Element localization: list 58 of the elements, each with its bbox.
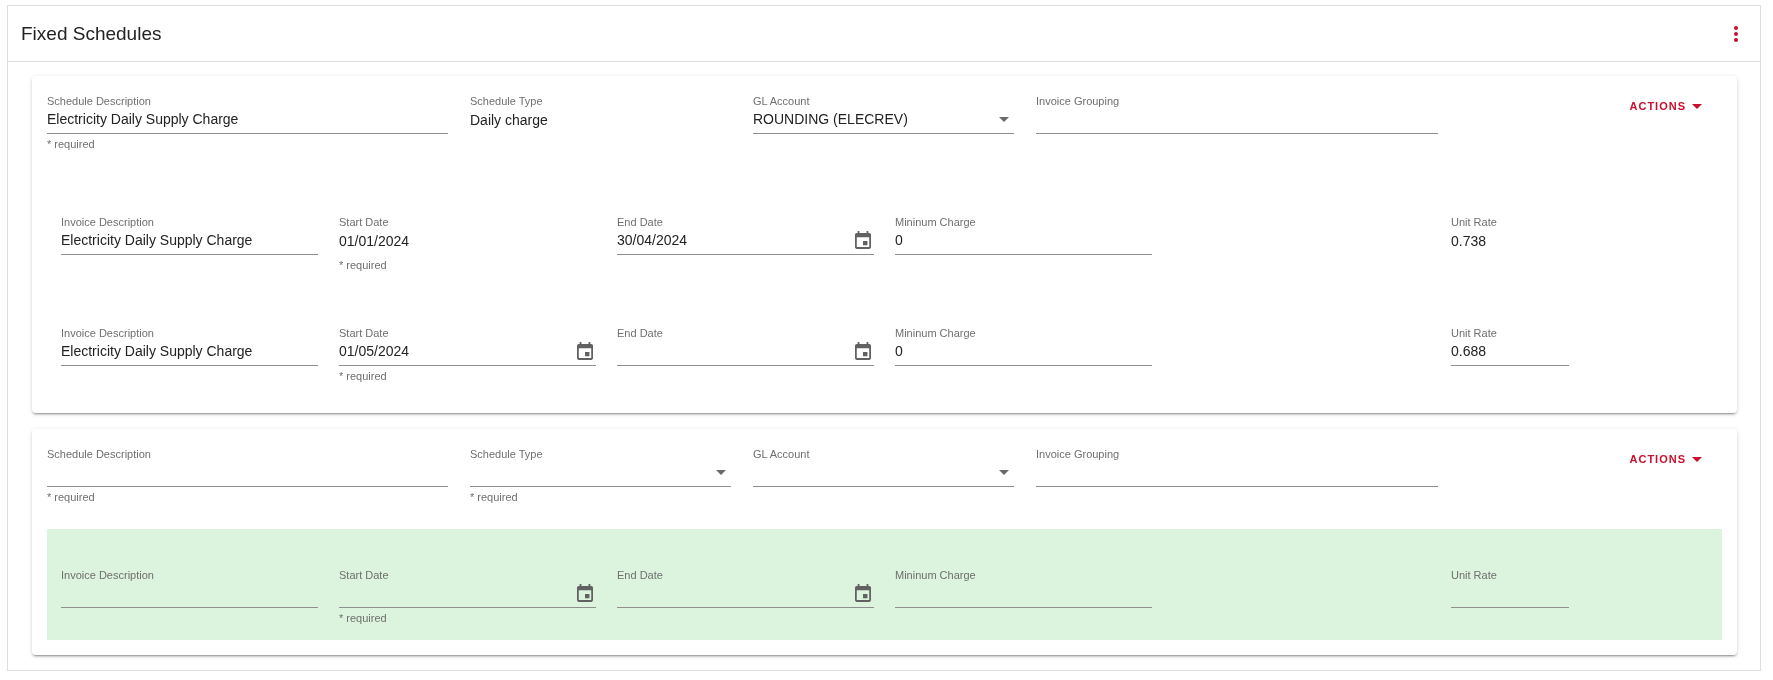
field-label: End Date [617, 326, 663, 340]
date-field[interactable] [339, 582, 596, 608]
field-value: 0.738 [1451, 232, 1487, 249]
field-label: Mininum Charge [895, 568, 976, 582]
field-label: Invoice Description [61, 326, 154, 340]
field-label: Unit Rate [1451, 326, 1497, 340]
field-label: Mininum Charge [895, 326, 976, 340]
input-field[interactable]: Electricity Daily Supply Charge [47, 108, 448, 134]
field-label: Schedule Description [47, 447, 151, 461]
caret-icon [999, 116, 1009, 122]
calendar-icon[interactable] [577, 342, 593, 360]
field-label: End Date [617, 568, 663, 582]
input-field[interactable]: 0 [895, 340, 1152, 366]
input-field[interactable]: Electricity Daily Supply Charge [61, 340, 318, 366]
field-label: Start Date [339, 568, 389, 582]
field-label: Schedule Description [47, 94, 151, 108]
caret-icon [1692, 456, 1702, 462]
calendar-icon[interactable] [577, 584, 593, 602]
date-field[interactable]: 30/04/2024 [617, 229, 874, 255]
date-field[interactable]: 01/05/2024 [339, 340, 596, 366]
field-label: GL Account [753, 94, 810, 108]
more-options-icon[interactable] [1734, 25, 1738, 42]
date-field[interactable] [617, 582, 874, 608]
field-value: 01/01/2024 [339, 232, 410, 249]
input-field[interactable]: 0 [895, 229, 1152, 255]
caret-icon [1692, 103, 1702, 109]
field-label: Schedule Type [470, 447, 543, 461]
helper-text: * required [339, 611, 387, 625]
input-field[interactable]: 0.688 [1451, 340, 1569, 366]
field-label: Invoice Description [61, 215, 154, 229]
helper-text: * required [47, 490, 95, 504]
field-label: Mininum Charge [895, 215, 976, 229]
field-label: Schedule Type [470, 94, 543, 108]
helper-text: * required [339, 258, 387, 272]
field-label: Start Date [339, 215, 389, 229]
field-label: GL Account [753, 447, 810, 461]
caret-icon [999, 469, 1009, 475]
actions-button[interactable]: ACTIONS [1621, 94, 1710, 118]
actions-button[interactable]: ACTIONS [1621, 447, 1710, 471]
helper-text: * required [339, 369, 387, 383]
field-label: Invoice Description [61, 568, 154, 582]
field-label: Invoice Grouping [1036, 447, 1120, 461]
field-label: End Date [617, 215, 663, 229]
field-label: Unit Rate [1451, 215, 1497, 229]
field-label: Unit Rate [1451, 568, 1497, 582]
calendar-icon[interactable] [855, 584, 871, 602]
calendar-icon[interactable] [855, 231, 871, 249]
caret-icon [716, 469, 726, 475]
field-value: Daily charge [470, 111, 548, 128]
select-field[interactable]: ROUNDING (ELECREV) [753, 108, 1014, 134]
calendar-icon[interactable] [855, 342, 871, 360]
panel-title: Fixed Schedules [21, 22, 162, 45]
helper-text: * required [470, 490, 518, 504]
date-field[interactable] [617, 340, 874, 366]
helper-text: * required [47, 137, 95, 151]
input-field[interactable]: Electricity Daily Supply Charge [61, 229, 318, 255]
field-label: Invoice Grouping [1036, 94, 1120, 108]
field-label: Start Date [339, 326, 389, 340]
